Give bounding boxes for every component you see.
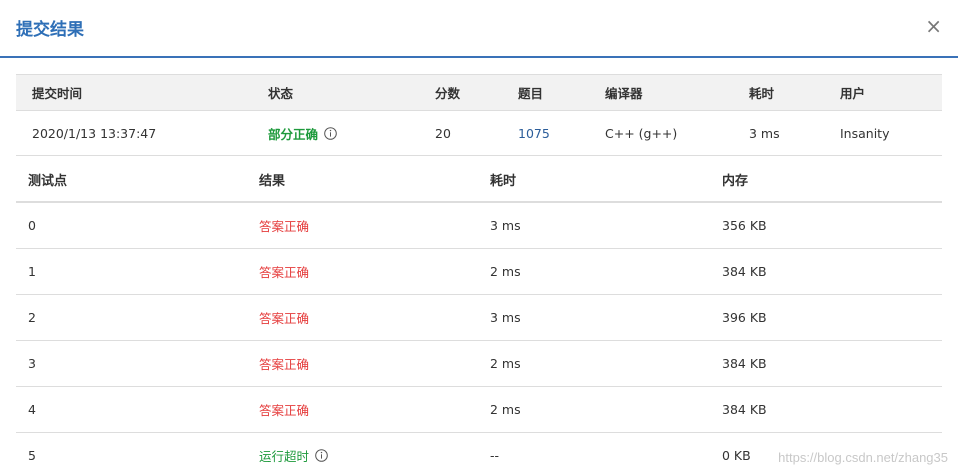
- table-row: 3 答案正确 2 ms 384 KB: [16, 341, 942, 387]
- problem-link[interactable]: 1075: [518, 111, 550, 155]
- header-result: 结果: [259, 173, 286, 189]
- info-circle-icon[interactable]: [324, 126, 337, 140]
- tests-header-row: 测试点 结果 耗时 内存: [16, 157, 942, 203]
- test-id: 2: [28, 310, 36, 325]
- test-result: 答案正确: [259, 403, 310, 418]
- test-time: 2 ms: [490, 356, 521, 371]
- test-memory: 0 KB: [722, 448, 751, 463]
- submit-time: 2020/1/13 13:37:47: [32, 125, 157, 141]
- header-time: 耗时: [490, 173, 517, 189]
- test-time: --: [490, 448, 500, 463]
- summary-header-row: 提交时间 状态 分数 题目 编译器 耗时 用户: [16, 74, 942, 111]
- elapsed-time: 3 ms: [749, 125, 780, 141]
- test-result: 答案正确: [259, 357, 310, 372]
- submission-summary-table: 提交时间 状态 分数 题目 编译器 耗时 用户 2020/1/13 13:37:…: [16, 74, 942, 156]
- test-time: 3 ms: [490, 310, 521, 325]
- summary-row: 2020/1/13 13:37:47 部分正确 20 1075 C++ (g++…: [16, 111, 942, 156]
- test-result: 答案正确: [259, 219, 310, 234]
- test-id: 5: [28, 448, 36, 463]
- table-row: 4 答案正确 2 ms 384 KB: [16, 387, 942, 433]
- status-badge: 部分正确: [268, 126, 319, 142]
- compiler: C++ (g++): [605, 125, 678, 141]
- header-status: 状态: [268, 86, 294, 101]
- table-row: 2 答案正确 3 ms 396 KB: [16, 295, 942, 341]
- header-user: 用户: [840, 86, 866, 101]
- test-result: 答案正确: [259, 265, 310, 280]
- header-problem: 题目: [518, 86, 544, 101]
- test-result: 运行超时: [259, 449, 310, 464]
- header-elapsed: 耗时: [749, 86, 775, 101]
- test-memory: 384 KB: [722, 264, 767, 279]
- header-memory: 内存: [722, 173, 749, 189]
- test-id: 0: [28, 218, 36, 233]
- test-result-cell: 运行超时: [259, 433, 328, 473]
- test-memory: 384 KB: [722, 356, 767, 371]
- test-memory: 396 KB: [722, 310, 767, 325]
- test-time: 3 ms: [490, 218, 521, 233]
- dialog-title: 提交结果: [16, 20, 84, 40]
- header-test-point: 测试点: [28, 173, 68, 189]
- score: 20: [435, 125, 451, 141]
- test-id: 4: [28, 402, 36, 417]
- info-circle-icon[interactable]: [315, 449, 328, 462]
- test-time: 2 ms: [490, 402, 521, 417]
- test-memory: 356 KB: [722, 218, 767, 233]
- user-name: Insanity: [840, 125, 890, 141]
- close-icon[interactable]: ×: [925, 14, 942, 38]
- table-row: 0 答案正确 3 ms 356 KB: [16, 203, 942, 249]
- status-cell: 部分正确: [268, 111, 337, 155]
- test-id: 1: [28, 264, 36, 279]
- test-result: 答案正确: [259, 311, 310, 326]
- header-submit-time: 提交时间: [32, 86, 83, 101]
- test-cases-table: 测试点 结果 耗时 内存 0 答案正确 3 ms 356 KB 1 答案正确 2…: [16, 157, 942, 473]
- test-time: 2 ms: [490, 264, 521, 279]
- test-id: 3: [28, 356, 36, 371]
- table-row: 1 答案正确 2 ms 384 KB: [16, 249, 942, 295]
- header-score: 分数: [435, 86, 461, 101]
- dialog-header: 提交结果 ×: [0, 0, 958, 58]
- watermark: https://blog.csdn.net/zhang35: [778, 450, 948, 465]
- header-compiler: 编译器: [605, 86, 643, 101]
- test-memory: 384 KB: [722, 402, 767, 417]
